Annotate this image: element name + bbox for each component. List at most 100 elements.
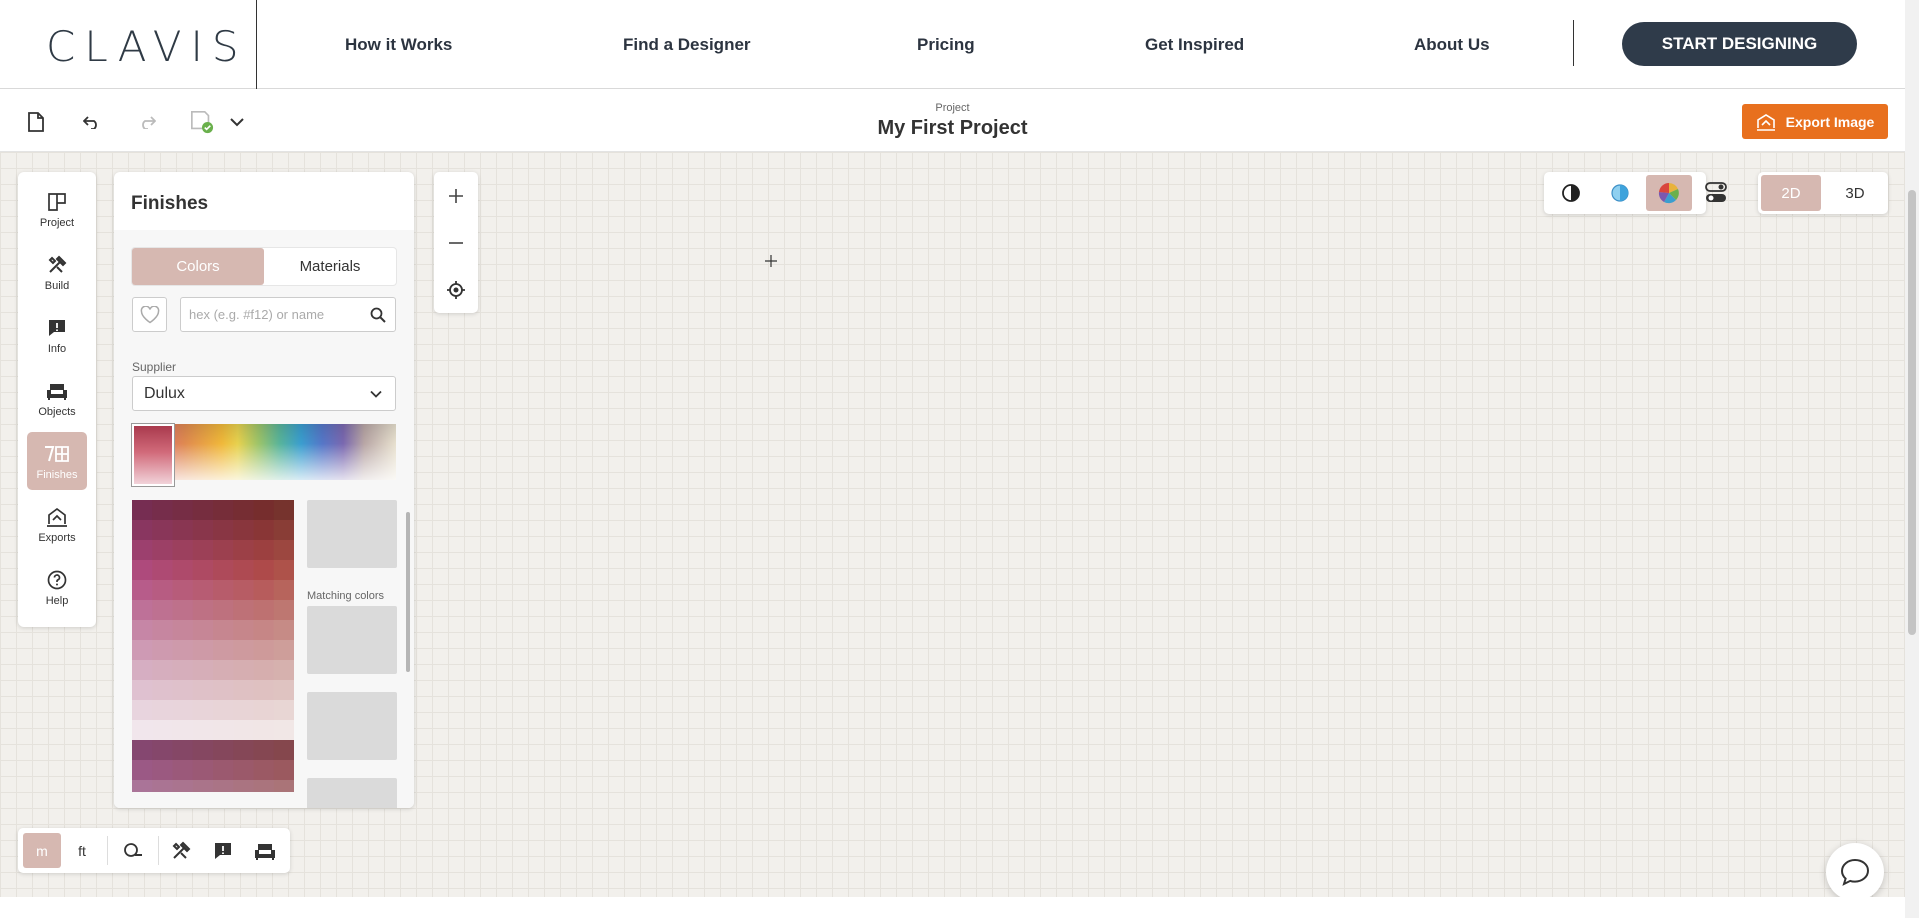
supplier-value: Dulux — [144, 384, 185, 402]
build-icon — [47, 253, 67, 277]
search-icon[interactable] — [370, 307, 386, 323]
nav-divider — [1573, 20, 1574, 66]
color-swatch — [273, 700, 294, 721]
color-swatch — [253, 500, 275, 521]
export-image-button[interactable]: Export Image — [1742, 104, 1888, 139]
view-3d-button[interactable]: 3D — [1825, 175, 1885, 211]
page-scroll-thumb[interactable] — [1908, 190, 1916, 635]
sidebar-item-label: Exports — [38, 531, 76, 544]
sidebar-item-exports[interactable]: Exports — [27, 495, 87, 553]
sidebar-item-label: Info — [47, 342, 67, 355]
objects-tool-button[interactable] — [246, 833, 284, 868]
color-swatch — [213, 560, 234, 581]
build-tool-button[interactable] — [162, 833, 200, 868]
color-swatch — [273, 540, 294, 561]
unit-feet-button[interactable]: ft — [63, 833, 101, 868]
info-tool-button[interactable] — [204, 833, 242, 868]
contrast-mode-button[interactable] — [1548, 175, 1594, 211]
clavis-logo[interactable]: CLAVIS — [46, 22, 248, 71]
sidebar-item-finishes[interactable]: Finishes — [27, 432, 87, 490]
favorites-button[interactable] — [132, 297, 167, 332]
color-swatch — [253, 740, 275, 761]
color-swatch — [152, 700, 173, 721]
zoom-in-button[interactable] — [434, 172, 478, 219]
export-image-label: Export Image — [1785, 113, 1875, 130]
color-swatch — [172, 700, 194, 721]
color-swatch-grid[interactable] — [132, 500, 294, 792]
nav-get-inspired[interactable]: Get Inspired — [1145, 35, 1244, 55]
nav-pricing[interactable]: Pricing — [917, 35, 975, 55]
color-swatch — [273, 780, 294, 792]
color-swatch — [253, 580, 275, 601]
color-swatch — [273, 740, 294, 761]
color-swatch — [192, 580, 214, 601]
sidebar-item-help[interactable]: Help — [27, 558, 87, 616]
project-title[interactable]: My First Project — [0, 117, 1905, 140]
color-swatch — [152, 560, 173, 581]
color-swatch — [233, 520, 254, 541]
color-swatch — [273, 620, 294, 641]
color-swatch — [132, 500, 153, 521]
bottom-toolbar: m ft — [18, 828, 290, 873]
color-swatch — [253, 780, 275, 792]
color-swatch — [192, 760, 214, 781]
color-swatch — [253, 620, 275, 641]
color-swatch — [253, 520, 275, 541]
color-search-input[interactable] — [189, 298, 359, 331]
finishes-panel: Finishes Colors Materials Supplier Dulux… — [114, 172, 414, 808]
start-designing-button[interactable]: START DESIGNING — [1622, 22, 1857, 66]
finish-type-toggle: Colors Materials — [132, 248, 396, 285]
matching-color-swatch[interactable] — [307, 778, 397, 808]
zoom-out-button[interactable] — [434, 219, 478, 266]
color-swatch — [213, 760, 234, 781]
color-swatch — [233, 560, 254, 581]
tab-colors[interactable]: Colors — [132, 248, 264, 285]
page-footer-strip — [0, 897, 1905, 918]
color-swatch — [213, 540, 234, 561]
sidebar-item-project[interactable]: Project — [27, 180, 87, 238]
color-swatch — [172, 520, 194, 541]
swatch-scroll-thumb[interactable] — [406, 512, 410, 672]
matching-color-swatch[interactable] — [307, 606, 397, 674]
sidebar-item-build[interactable]: Build — [27, 243, 87, 301]
color-swatch — [192, 640, 214, 661]
toolbar-divider — [158, 836, 159, 865]
color-swatch — [152, 660, 173, 681]
color-swatch — [273, 760, 294, 781]
supplier-select[interactable]: Dulux — [132, 376, 396, 411]
shade-mode-button[interactable] — [1597, 175, 1643, 211]
color-swatch — [273, 600, 294, 621]
sidebar-item-objects[interactable]: Objects — [27, 369, 87, 427]
project-icon — [47, 190, 67, 214]
exports-icon — [46, 505, 68, 529]
shade-icon — [1611, 184, 1629, 202]
unit-meters-button[interactable]: m — [23, 833, 61, 868]
toggle-layers-button[interactable] — [1693, 175, 1739, 211]
color-swatch — [172, 740, 194, 761]
color-swatch — [172, 500, 194, 521]
color-swatch — [152, 520, 173, 541]
sofa-icon — [255, 843, 275, 860]
measure-button[interactable] — [114, 833, 152, 868]
chat-button[interactable] — [1826, 843, 1884, 901]
color-swatch — [253, 660, 275, 681]
minus-icon — [449, 241, 463, 244]
color-swatch — [132, 720, 153, 741]
recenter-button[interactable] — [434, 266, 478, 313]
sidebar-item-label: Help — [45, 594, 69, 607]
nav-find-a-designer[interactable]: Find a Designer — [623, 35, 751, 55]
matching-color-swatch[interactable] — [307, 692, 397, 760]
color-swatch — [192, 500, 214, 521]
sidebar-item-label: Finishes — [36, 468, 78, 481]
nav-how-it-works[interactable]: How it Works — [345, 35, 452, 55]
color-swatch — [172, 780, 194, 792]
color-swatch — [132, 700, 153, 721]
color-swatch — [233, 720, 254, 741]
spectrum-selected-range[interactable] — [132, 424, 174, 486]
tab-materials[interactable]: Materials — [264, 248, 396, 285]
view-2d-button[interactable]: 2D — [1761, 175, 1821, 211]
nav-about-us[interactable]: About Us — [1414, 35, 1490, 55]
sidebar-item-info[interactable]: Info — [27, 306, 87, 364]
color-swatch — [172, 680, 194, 701]
color-swatch — [172, 600, 194, 621]
